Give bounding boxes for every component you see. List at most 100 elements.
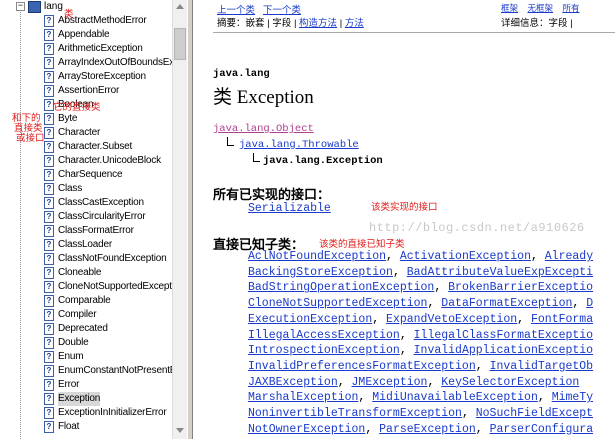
interface-serializable-link[interactable]: Serializable: [248, 202, 331, 215]
tree-item-label: ClassNotFoundException: [58, 253, 167, 264]
help-page-icon: ?: [44, 351, 54, 363]
help-page-icon: ?: [44, 113, 54, 125]
tree-item[interactable]: ? Comparable: [0, 294, 172, 308]
subclass-link[interactable]: KeySelectorException: [441, 376, 579, 389]
tree-item-label: Enum: [58, 351, 84, 362]
tree-item-label: Byte: [58, 113, 78, 124]
tree-item[interactable]: ? ArrayStoreException: [0, 70, 172, 84]
tree-item-label: Double: [58, 337, 89, 348]
scroll-up-arrow-icon[interactable]: [176, 4, 184, 9]
help-page-icon: ?: [44, 211, 54, 223]
inheritance-object-link[interactable]: java.lang.Object: [213, 123, 314, 135]
subclass-link[interactable]: InvalidApplicationExceptio: [414, 344, 593, 357]
subclass-link[interactable]: NoSuchFieldExcept: [476, 407, 593, 420]
subclass-link[interactable]: IllegalClassFormatExceptio: [414, 329, 593, 342]
list-separator: ,: [572, 297, 587, 311]
summary-method-link[interactable]: 方法: [345, 18, 364, 29]
subclass-link[interactable]: ExpandVetoException: [386, 313, 517, 326]
subclass-link[interactable]: JAXBException: [248, 376, 338, 389]
subclass-link[interactable]: BackingStoreException: [248, 266, 393, 279]
tree-item[interactable]: ? ArithmeticException: [0, 42, 172, 56]
tree-item[interactable]: ? AbstractMethodError: [0, 14, 172, 28]
tree-item[interactable]: ? ClassCastException: [0, 196, 172, 210]
subclass-link[interactable]: Already: [545, 250, 593, 263]
subclass-line: BackingStoreException, BadAttributeValue…: [248, 266, 593, 279]
list-separator: ,: [517, 312, 531, 326]
tree-item-label: Compiler: [58, 309, 97, 320]
subclass-link[interactable]: IllegalAccessException: [248, 329, 400, 342]
summary-constructor-link[interactable]: 构造方法: [299, 18, 337, 29]
tree-item-label: ArrayIndexOutOfBoundsExc: [58, 57, 172, 68]
tree-root-lang[interactable]: − lang: [0, 0, 172, 14]
tree-item[interactable]: ? Cloneable: [0, 266, 172, 280]
tree-item[interactable]: ? ArrayIndexOutOfBoundsExc: [0, 56, 172, 70]
tree-item-label: Error: [58, 379, 80, 390]
tree-item[interactable]: ? ClassNotFoundException: [0, 252, 172, 266]
subclass-link[interactable]: BadStringOperationException: [248, 281, 434, 294]
tree-item-label: Class: [58, 183, 83, 194]
tree-item[interactable]: ? Float: [0, 420, 172, 434]
subclass-link[interactable]: BadAttributeValueExpExcepti: [407, 266, 593, 279]
help-page-icon: ?: [44, 337, 54, 349]
tree-scrollbar[interactable]: [172, 0, 187, 439]
subclass-link[interactable]: ParseException: [379, 423, 476, 436]
subclass-link[interactable]: ActivationException: [400, 250, 531, 263]
subclass-link[interactable]: NoninvertibleTransformException: [248, 407, 462, 420]
subclass-link[interactable]: FontForma: [531, 313, 593, 326]
subclass-link[interactable]: IntrospectionException: [248, 344, 400, 357]
tree-item[interactable]: ? Error: [0, 378, 172, 392]
subclass-link[interactable]: AclNotFoundException: [248, 250, 386, 263]
tree-item-label: CharSequence: [58, 169, 123, 180]
subclass-link[interactable]: ParserConfigura: [490, 423, 594, 436]
scrollbar-thumb[interactable]: [174, 28, 186, 60]
list-separator: ,: [427, 297, 442, 311]
tree-item[interactable]: ? AssertionError: [0, 84, 172, 98]
inheritance-throwable-link[interactable]: java.lang.Throwable: [239, 139, 359, 151]
list-separator: ,: [392, 265, 407, 279]
tree-item[interactable]: ? ClassLoader: [0, 238, 172, 252]
subclass-link[interactable]: InvalidPreferencesFormatException: [248, 360, 476, 373]
tree-item[interactable]: ? Character.UnicodeBlock: [0, 154, 172, 168]
subclass-link[interactable]: DataFormatException: [441, 297, 572, 310]
tree-item[interactable]: ? CloneNotSupportedExcepti: [0, 280, 172, 294]
subclass-link[interactable]: MidiUnavailableException: [372, 391, 538, 404]
subclass-link[interactable]: MarshalException: [248, 391, 358, 404]
tree-item[interactable]: ? Deprecated: [0, 322, 172, 336]
subclass-line: CloneNotSupportedException, DataFormatEx…: [248, 297, 593, 310]
all-classes-link[interactable]: 所有: [562, 3, 579, 13]
subclass-link[interactable]: D: [586, 297, 593, 310]
list-separator: ,: [530, 250, 545, 263]
tree-item[interactable]: ? Double: [0, 336, 172, 350]
subclass-line: ExecutionException, ExpandVetoException,…: [248, 313, 593, 326]
tree-item[interactable]: ? Enum: [0, 350, 172, 364]
tree-item[interactable]: ? CharSequence: [0, 168, 172, 182]
help-page-icon: ?: [44, 295, 54, 307]
collapse-icon[interactable]: −: [16, 2, 25, 11]
scroll-down-arrow-icon[interactable]: [176, 428, 184, 433]
tree-item-label: Character: [58, 127, 101, 138]
tree-item[interactable]: ? ExceptionInInitializerError: [0, 406, 172, 420]
subclass-link[interactable]: BrokenBarrierExceptio: [448, 281, 593, 294]
class-tree[interactable]: − lang ? AbstractMethodError? Appendable? A…: [0, 0, 172, 439]
summary-prefix: 摘要：: [217, 18, 246, 29]
tree-item[interactable]: ? ClassCircularityError: [0, 210, 172, 224]
noframes-link[interactable]: 无框架: [527, 3, 553, 13]
tree-item[interactable]: ? Compiler: [0, 308, 172, 322]
annotation-tree-top: 类: [64, 9, 74, 20]
tree-item[interactable]: ? Appendable: [0, 28, 172, 42]
tree-item[interactable]: ? EnumConstantNotPresentE: [0, 364, 172, 378]
subclass-link[interactable]: InvalidTargetOb: [490, 360, 594, 373]
subclass-link[interactable]: ExecutionException: [248, 313, 372, 326]
tree-item[interactable]: ? Class: [0, 182, 172, 196]
subclass-link[interactable]: CloneNotSupportedException: [248, 297, 427, 310]
tree-item[interactable]: ? ClassFormatError: [0, 224, 172, 238]
subclass-link[interactable]: MimeTy: [552, 391, 593, 404]
subclass-link[interactable]: JMException: [352, 376, 428, 389]
subclass-link[interactable]: NotOwnerException: [248, 423, 365, 436]
annotation-subclasses: 该类的直接已知子类: [319, 239, 405, 250]
nav-divider: [213, 32, 615, 33]
tree-item-label: Cloneable: [58, 267, 102, 278]
summary-field: 字段: [272, 18, 292, 29]
frames-link[interactable]: 框架: [501, 3, 518, 13]
tree-item[interactable]: ? Exception: [0, 392, 172, 406]
